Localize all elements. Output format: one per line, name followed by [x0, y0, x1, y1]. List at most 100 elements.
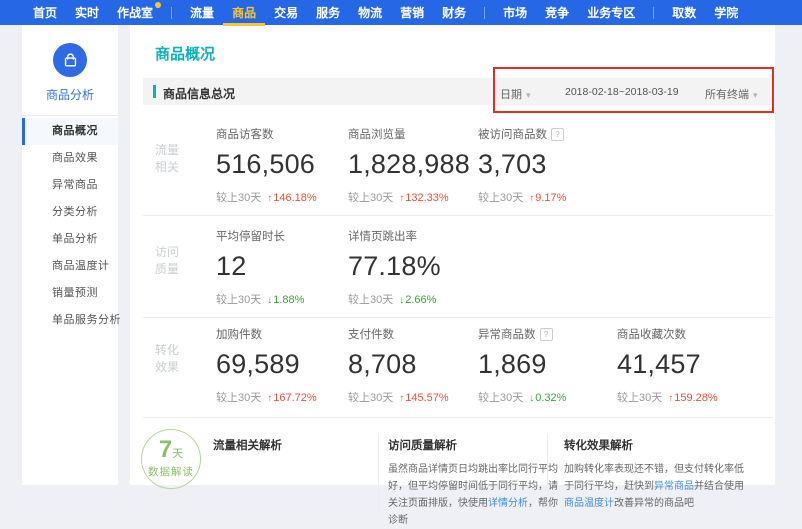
metric-value: 516,506	[216, 149, 317, 180]
metric-name: 商品收藏次数	[617, 326, 686, 342]
compare-label: 较上30天	[478, 192, 523, 204]
badge-unit: 天	[172, 448, 183, 460]
date-filter-dropdown[interactable]: 日期▾	[500, 86, 531, 102]
metric-product-visitors: 商品访客数 516,506 较上30天 146.18%	[216, 126, 317, 205]
metric-add-to-cart: 加购件数 69,589 较上30天167.72%	[216, 326, 317, 405]
change-percent: 9.17%	[529, 192, 566, 204]
metric-paid-items: 支付件数 8,708 较上30天145.57%	[348, 326, 449, 405]
nav-item-trade[interactable]: 交易	[274, 6, 298, 20]
app-screen: 首页 实时 作战室 流量 商品 交易 服务 物流 营销 财务 市场 竞争 业务专…	[0, 0, 802, 485]
insight-title: 流量相关解析	[213, 437, 373, 453]
metric-row-conversion: 转化效果 加购件数 69,589 较上30天167.72% 支付件数 8,708…	[143, 320, 773, 412]
metric-row-visit-quality: 访问质量 平均停留时长 12 较上30天1.88% 详情页跳出率 77.18% …	[143, 222, 773, 314]
insight-divider	[378, 433, 379, 511]
main-content: 商品概况 商品信息总况 日期▾ 2018-02-18~2018-03-19 所有…	[130, 25, 775, 485]
product-thermometer-link[interactable]: 商品温度计	[564, 498, 614, 509]
nav-item-business-zone[interactable]: 业务专区	[587, 6, 635, 20]
row-divider	[143, 317, 773, 318]
seven-day-insight-badge: 7天 数据解读	[141, 429, 201, 489]
metric-value: 8,708	[348, 349, 449, 380]
nav-item-competition[interactable]: 竞争	[545, 6, 569, 20]
insights-section: 7天 数据解读 流量相关解析 访问质量解析 虽然商品详情页日均跳出率比同行平均好…	[138, 425, 778, 515]
nav-divider	[171, 7, 172, 19]
section-header-bar: 商品信息总况 日期▾ 2018-02-18~2018-03-19 所有终端▾	[143, 78, 773, 105]
change-percent: 167.72%	[267, 392, 316, 404]
nav-item-data-fetch[interactable]: 取数	[672, 6, 696, 20]
sidebar-item-product-thermometer[interactable]: 商品温度计	[22, 253, 118, 280]
change-percent: 132.33%	[399, 192, 448, 204]
terminal-filter-dropdown[interactable]: 所有终端▾	[705, 86, 758, 102]
metric-value: 41,457	[617, 349, 718, 380]
compare-label: 较上30天	[216, 192, 261, 204]
insight-divider	[547, 433, 548, 511]
sidebar-group-label: 商品分析	[22, 86, 118, 103]
metric-name: 被访问商品数	[478, 126, 547, 142]
metric-group-label: 转化效果	[155, 342, 185, 376]
change-percent: 145.57%	[399, 392, 448, 404]
nav-divider	[653, 7, 654, 19]
change-percent: 159.28%	[668, 392, 717, 404]
change-percent: 2.66%	[399, 294, 436, 306]
nav-item-marketing[interactable]: 营销	[400, 6, 424, 20]
metric-group-label: 访问质量	[155, 244, 185, 278]
sidebar-item-product-overview[interactable]: 商品概况	[22, 118, 118, 145]
change-percent: 0.32%	[529, 392, 566, 404]
nav-item-traffic[interactable]: 流量	[190, 6, 214, 20]
nav-item-service[interactable]: 服务	[316, 6, 340, 20]
insight-title: 转化效果解析	[564, 437, 745, 453]
metric-value: 3,703	[478, 149, 566, 180]
sidebar-menu: 商品概况 商品效果 异常商品 分类分析 单品分析 商品温度计 销量预测 单品服务…	[22, 118, 118, 334]
metric-name: 商品访客数	[216, 126, 274, 142]
metric-product-pageviews: 商品浏览量 1,828,988 较上30天132.33%	[348, 126, 470, 205]
compare-label: 较上30天	[348, 392, 393, 404]
abnormal-products-link[interactable]: 异常商品	[654, 481, 694, 492]
change-percent: 146.18%	[267, 192, 316, 204]
metric-value: 1,828,988	[348, 149, 470, 180]
page-title: 商品概况	[155, 43, 215, 64]
metric-avg-stay-time: 平均停留时长 12 较上30天1.88%	[216, 228, 304, 307]
sidebar-item-single-product-service[interactable]: 单品服务分析	[22, 307, 118, 334]
sidebar-item-single-product-analysis[interactable]: 单品分析	[22, 226, 118, 253]
insight-conversion: 转化效果解析 加购转化率表现还不错，但支付转化率低于同行平均，赶快到异常商品并结…	[564, 437, 745, 512]
date-range-value[interactable]: 2018-02-18~2018-03-19	[565, 86, 679, 98]
nav-item-home[interactable]: 首页	[33, 6, 57, 20]
row-divider	[143, 215, 773, 216]
sidebar-item-sales-forecast[interactable]: 销量预测	[22, 280, 118, 307]
metric-product-favorites: 商品收藏次数 41,457 较上30天 159.28%	[617, 326, 718, 405]
chevron-down-icon: ▾	[526, 90, 531, 100]
nav-divider	[484, 7, 485, 19]
metric-value: 69,589	[216, 349, 317, 380]
insight-text: 改善异常的商品吧	[614, 498, 694, 509]
sidebar-item-abnormal-products[interactable]: 异常商品	[22, 172, 118, 199]
badge-number: 7	[159, 436, 172, 463]
metric-value: 12	[216, 251, 304, 282]
metric-name: 商品浏览量	[348, 126, 406, 142]
change-percent: 1.88%	[267, 294, 304, 306]
insight-traffic: 流量相关解析	[213, 437, 373, 453]
nav-item-logistics[interactable]: 物流	[358, 6, 382, 20]
insight-text: 并结合使用	[694, 481, 744, 492]
top-nav: 首页 实时 作战室 流量 商品 交易 服务 物流 营销 财务 市场 竞争 业务专…	[0, 0, 802, 25]
nav-item-product[interactable]: 商品	[232, 6, 256, 20]
nav-item-finance[interactable]: 财务	[442, 6, 466, 20]
help-icon[interactable]: ?	[540, 328, 553, 341]
detail-analysis-link[interactable]: 详情分析	[488, 498, 528, 509]
metric-detail-bounce-rate: 详情页跳出率 77.18% 较上30天2.66%	[348, 228, 441, 307]
insight-visit-quality: 访问质量解析 虽然商品详情页日均跳出率比同行平均好，但平均停留时间低于同行平均，…	[388, 437, 564, 529]
nav-item-market[interactable]: 市场	[503, 6, 527, 20]
section-marker	[153, 85, 156, 98]
metric-visited-products: 被访问商品数? 3,703 较上30天 9.17%	[478, 126, 566, 205]
badge-caption: 数据解读	[142, 464, 200, 479]
compare-label: 较上30天	[348, 294, 393, 306]
nav-item-academy[interactable]: 学院	[714, 6, 738, 20]
sidebar-item-category-analysis[interactable]: 分类分析	[22, 199, 118, 226]
metric-value: 1,869	[478, 349, 566, 380]
sidebar: 商品分析 商品概况 商品效果 异常商品 分类分析 单品分析 商品温度计 销量预测…	[22, 25, 118, 485]
notification-dot	[155, 2, 161, 8]
help-icon[interactable]: ?	[551, 128, 564, 141]
nav-item-war-room[interactable]: 作战室	[117, 6, 153, 20]
metric-name: 详情页跳出率	[348, 228, 417, 244]
nav-item-realtime[interactable]: 实时	[75, 6, 99, 20]
compare-label: 较上30天	[617, 392, 662, 404]
sidebar-item-product-effect[interactable]: 商品效果	[22, 145, 118, 172]
